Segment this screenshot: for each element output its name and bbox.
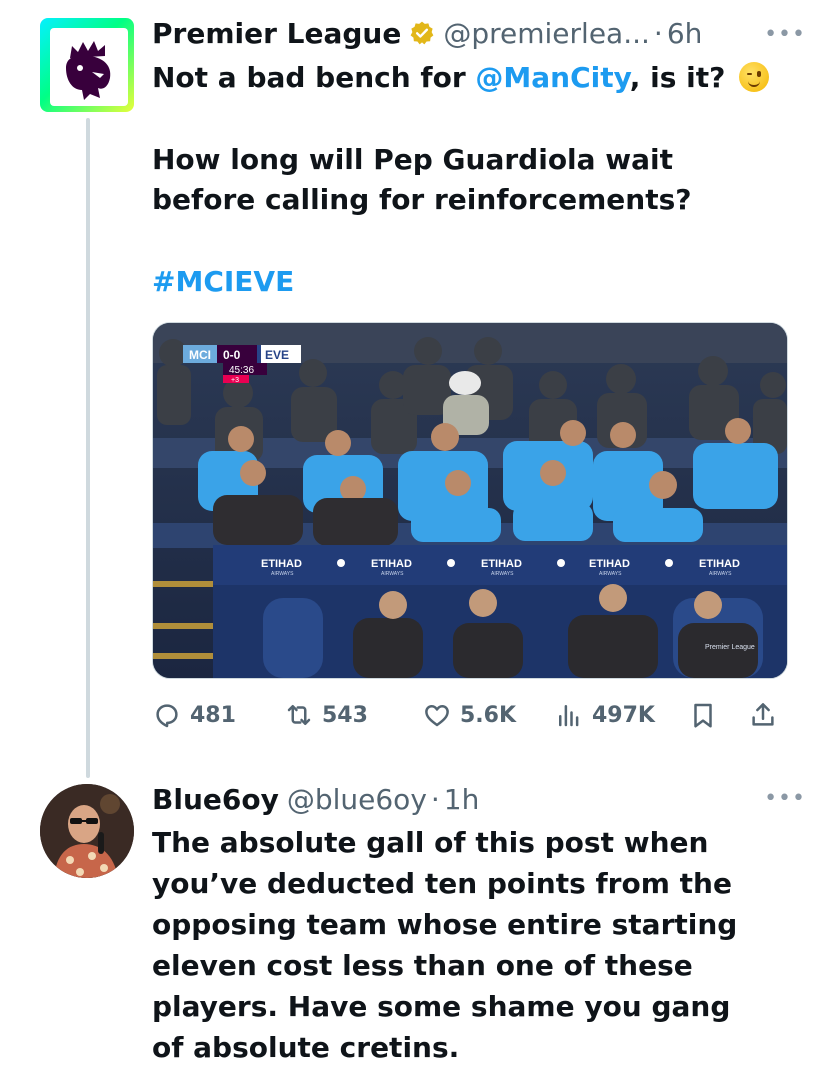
match-clock: 45:36 (229, 365, 254, 376)
retweet-icon (287, 705, 311, 725)
views-count: 497K (592, 702, 655, 728)
author-handle[interactable]: @premierlea... (443, 17, 650, 50)
blue6oy-avatar[interactable] (40, 784, 134, 878)
reply-timestamp[interactable]: 1h (444, 783, 480, 816)
sponsor-text-1: ETIHAD (261, 558, 302, 570)
thread-line (86, 118, 90, 778)
sponsor-sub-1: AIRWAYS (271, 571, 294, 577)
sponsor-text-4: ETIHAD (589, 558, 630, 570)
like-count: 5.6K (460, 702, 517, 728)
media-watermark: Premier League (705, 644, 755, 651)
views-icon (559, 705, 579, 727)
tweet-header: Premier League @premierlea... · 6h (152, 14, 772, 52)
like-button[interactable]: 5.6K (422, 700, 516, 730)
verified-badge-icon (410, 21, 434, 45)
hashtag-text[interactable]: #MCIEVE (152, 265, 294, 298)
separator-dot: · (430, 782, 440, 816)
premier-league-avatar[interactable] (40, 18, 134, 112)
tweet-text-segment: , is it? (629, 61, 726, 94)
avatar-background (50, 28, 128, 106)
more-options-icon[interactable]: ••• (764, 22, 806, 47)
added-time: +3 (231, 377, 239, 384)
sponsor-sub-5: AIRWAYS (709, 571, 732, 577)
sponsor-text-3: ETIHAD (481, 558, 522, 570)
tweet-paragraph-2: How long will Pep Guardiola wait before … (152, 143, 692, 216)
avatar-photo (40, 784, 134, 878)
sponsor-text-5: ETIHAD (699, 558, 740, 570)
retweet-count: 543 (322, 702, 368, 728)
share-button[interactable] (748, 700, 778, 730)
retweet-button[interactable]: 543 (284, 700, 368, 730)
reply-button[interactable]: 481 (152, 700, 236, 730)
bookmark-icon (694, 703, 712, 728)
tweet-text-line1: Not a bad bench for @ManCity, is it? (152, 58, 782, 98)
mention-mancity-link[interactable]: @ManCity (475, 61, 629, 94)
like-icon (425, 705, 449, 727)
reply-count: 481 (190, 702, 236, 728)
hashtag-link[interactable]: #MCIEVE (152, 262, 782, 302)
reply-header: Blue6oy @blue6oy · 1h (152, 780, 479, 818)
reply-more-options-icon[interactable]: ••• (764, 786, 806, 811)
tweet-timestamp[interactable]: 6h (667, 17, 703, 50)
tweet-text-segment: Not a bad bench for (152, 61, 476, 94)
share-icon (752, 703, 774, 726)
reply-author-name[interactable]: Blue6oy (152, 783, 279, 816)
reply-text: The absolute gall of this post when you’… (152, 826, 738, 1064)
sponsor-sub-4: AIRWAYS (599, 571, 622, 577)
winking-face-emoji-icon (739, 62, 770, 92)
score-home-team: MCI (189, 348, 211, 362)
sponsor-sub-2: AIRWAYS (381, 571, 404, 577)
tweet-media-image[interactable]: ETIHAD ETIHAD ETIHAD ETIHAD ETIHAD AIRWA… (152, 322, 788, 679)
tweet-action-bar: 481 543 5.6K 497K (152, 700, 792, 732)
sponsor-sub-3: AIRWAYS (491, 571, 514, 577)
lion-logo-icon (66, 41, 111, 100)
reply-icon (156, 704, 178, 728)
views-button[interactable]: 497K (554, 700, 655, 730)
author-name[interactable]: Premier League (152, 17, 401, 50)
separator-dot: · (653, 16, 663, 50)
score-value: 0-0 (223, 348, 241, 362)
bench-photo: ETIHAD ETIHAD ETIHAD ETIHAD ETIHAD AIRWA… (153, 323, 787, 678)
reply-author-handle[interactable]: @blue6oy (287, 783, 427, 816)
score-away-team: EVE (265, 348, 289, 362)
bookmark-button[interactable] (688, 700, 718, 730)
sponsor-text-2: ETIHAD (371, 558, 412, 570)
